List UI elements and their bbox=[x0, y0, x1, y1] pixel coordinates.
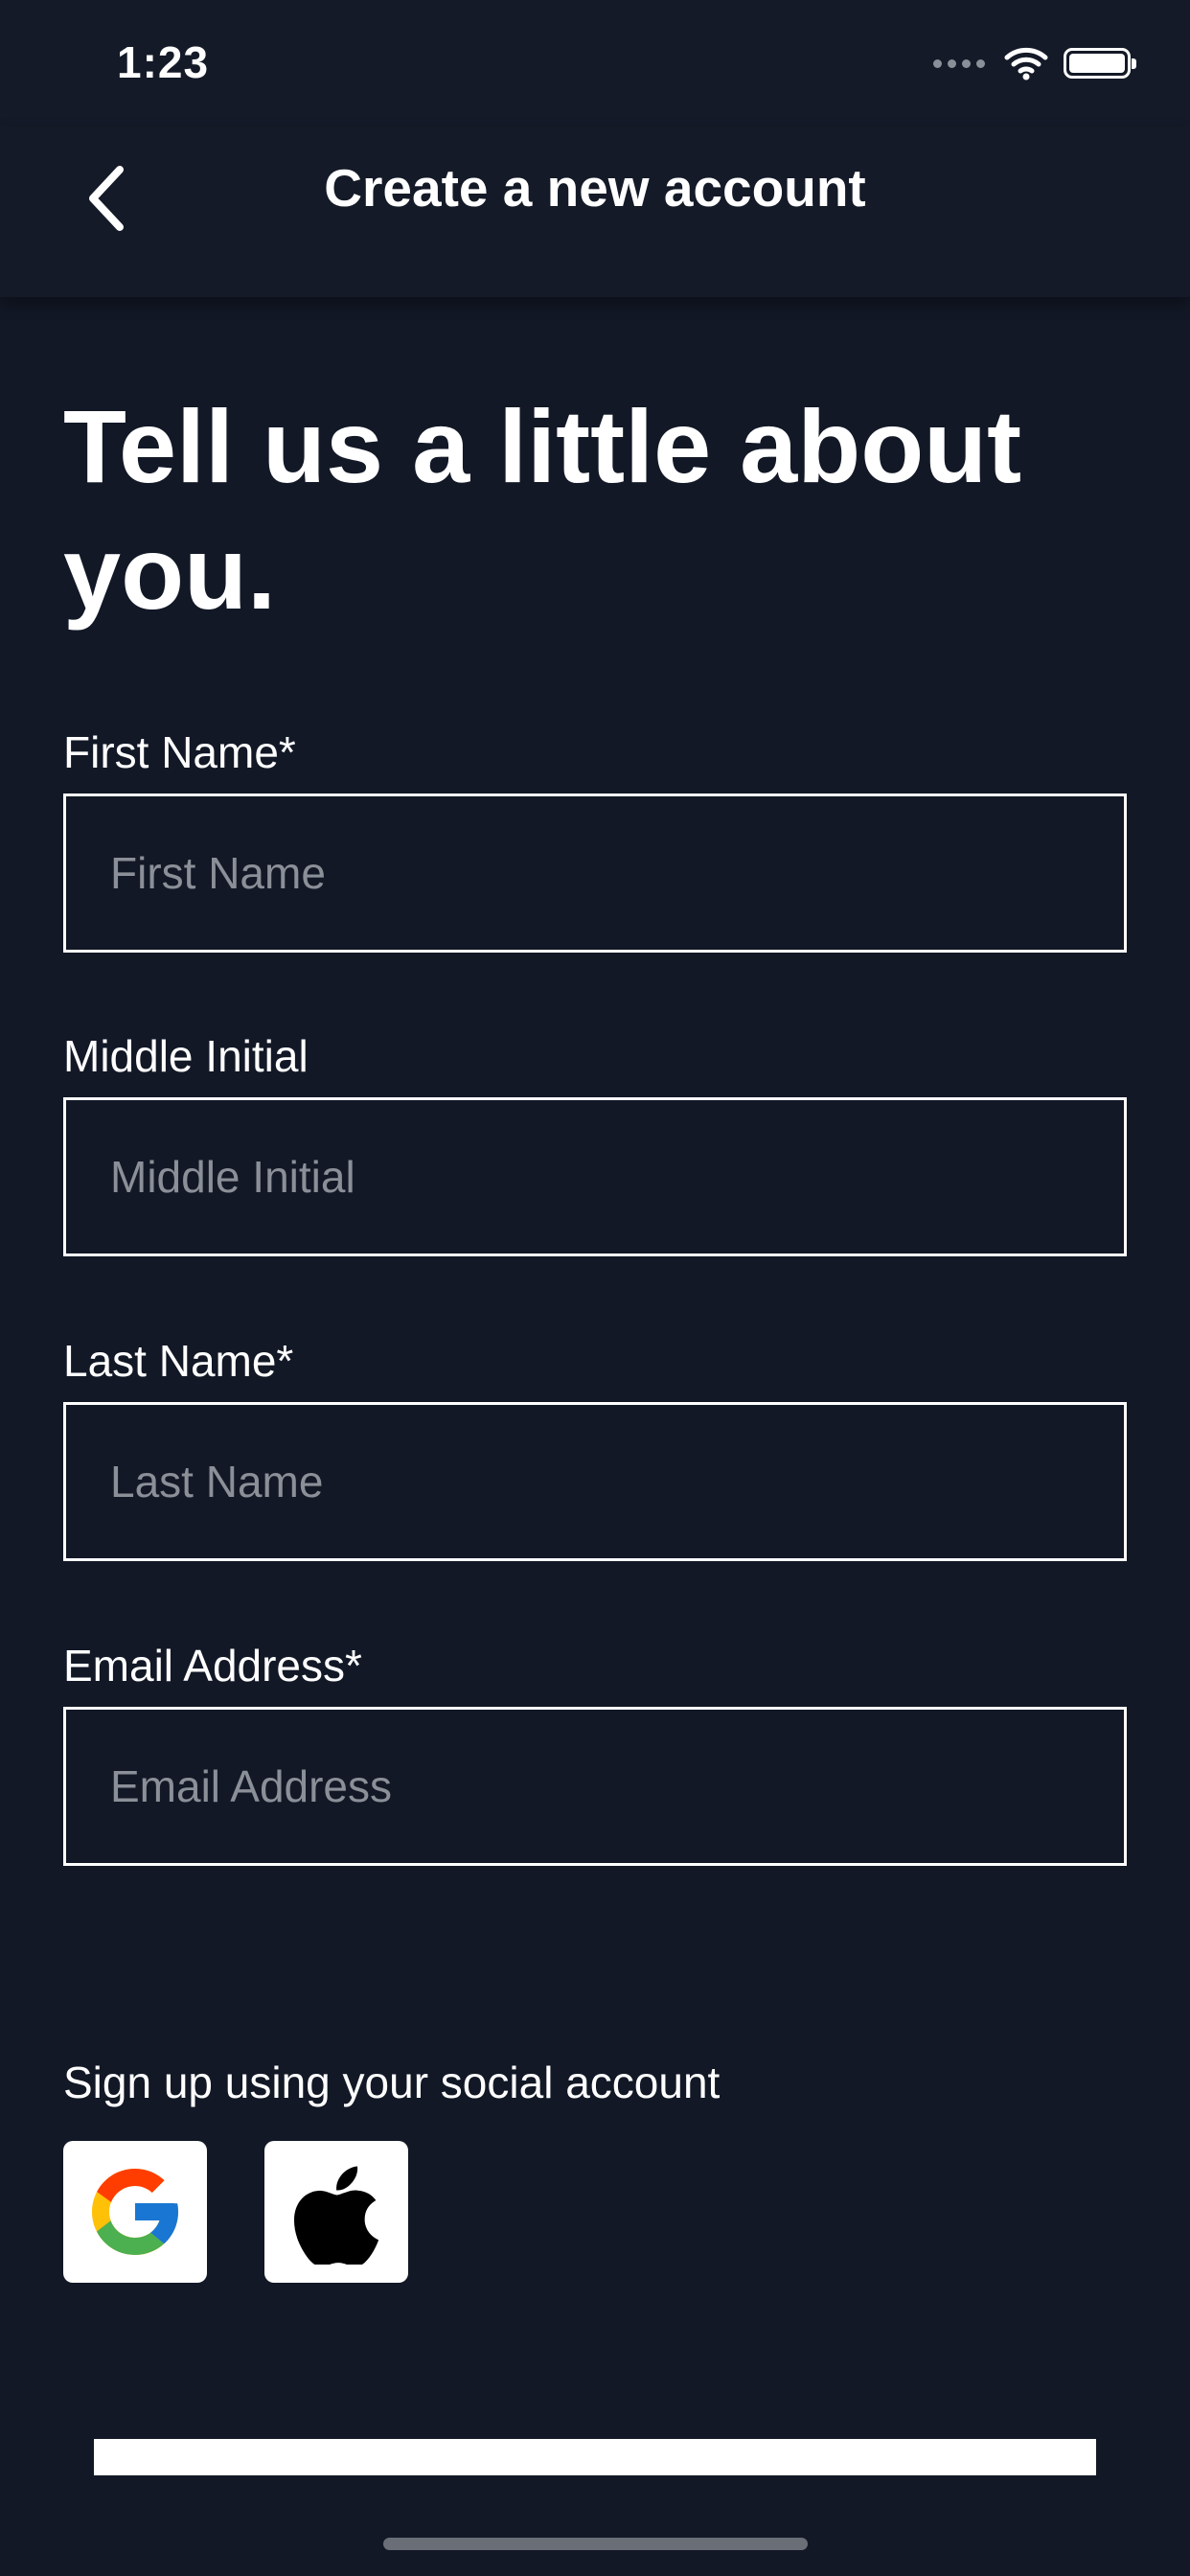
page-heading: Tell us a little about you. bbox=[63, 388, 1022, 631]
cellular-signal-icon bbox=[933, 58, 985, 68]
navigation-bar: Create a new account bbox=[0, 126, 1190, 297]
status-indicators bbox=[933, 44, 1136, 82]
apple-signup-button[interactable] bbox=[264, 2141, 408, 2283]
middle-initial-label: Middle Initial bbox=[63, 1031, 309, 1081]
social-signup-label: Sign up using your social account bbox=[63, 2058, 721, 2107]
google-icon bbox=[92, 2169, 178, 2255]
email-address-input[interactable] bbox=[63, 1707, 1127, 1866]
last-name-input[interactable] bbox=[63, 1402, 1127, 1561]
first-name-label: First Name* bbox=[63, 727, 296, 777]
first-name-input[interactable] bbox=[63, 794, 1127, 953]
last-name-label: Last Name* bbox=[63, 1336, 294, 1386]
wifi-icon bbox=[1004, 47, 1048, 80]
continue-button[interactable] bbox=[94, 2439, 1096, 2475]
nav-title: Create a new account bbox=[324, 158, 866, 218]
middle-initial-input[interactable] bbox=[63, 1097, 1127, 1256]
apple-icon bbox=[294, 2166, 379, 2265]
battery-icon bbox=[1064, 48, 1136, 79]
status-time: 1:23 bbox=[117, 37, 210, 87]
google-signup-button[interactable] bbox=[63, 2141, 207, 2283]
home-indicator bbox=[383, 2538, 808, 2550]
email-address-label: Email Address* bbox=[63, 1641, 362, 1690]
status-bar: 1:23 bbox=[0, 0, 1190, 126]
